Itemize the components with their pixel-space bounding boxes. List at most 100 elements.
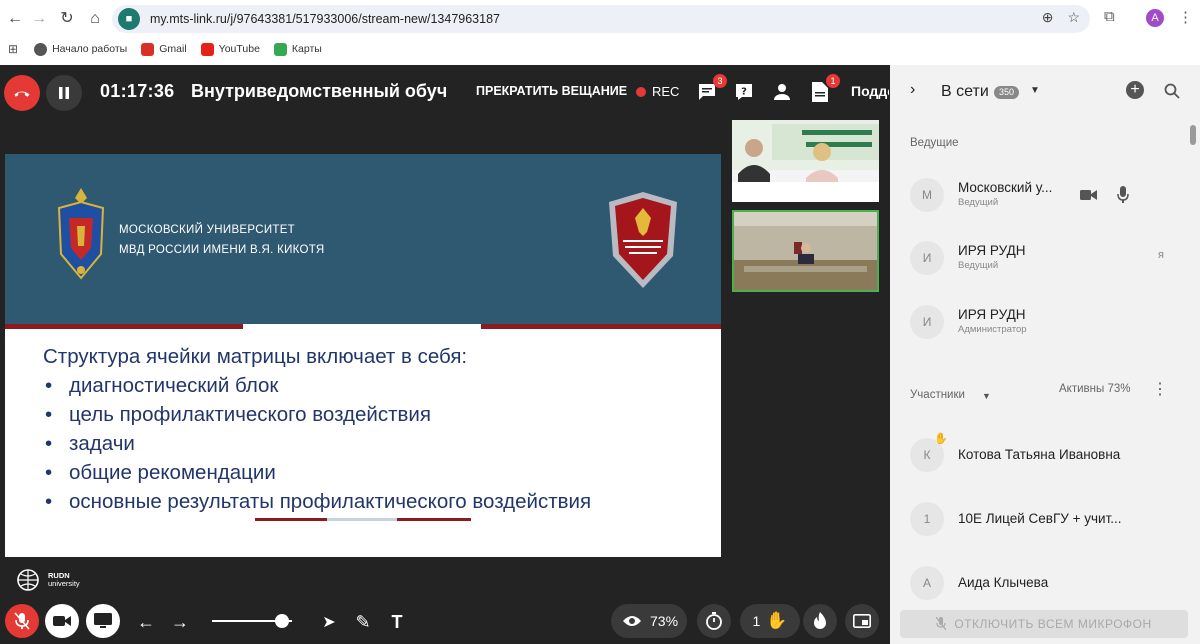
timer-button[interactable]: [697, 604, 731, 638]
participant-name: ИРЯ РУДН: [958, 307, 1026, 322]
video-feed-image: [732, 120, 879, 202]
participant-name: Котова Татьяна Ивановна: [958, 447, 1121, 462]
screen-share-button[interactable]: [86, 604, 120, 638]
browser-menu-icon[interactable]: ⋮: [1178, 8, 1193, 26]
document-icon: [812, 82, 828, 102]
url-text[interactable]: my.mts-link.ru/j/97643381/517933006/stre…: [150, 12, 500, 26]
documents-button[interactable]: 1: [808, 74, 840, 104]
participant-row[interactable]: К ✋ Котова Татьяна Ивановна: [910, 433, 1180, 475]
participant-role: Ведущий: [958, 260, 999, 271]
reactions-button[interactable]: [803, 604, 837, 638]
dropdown-caret-icon[interactable]: ▼: [1030, 85, 1040, 96]
chat-button[interactable]: 3: [695, 74, 727, 104]
youtube-icon: [200, 42, 214, 56]
add-participant-icon[interactable]: +: [1126, 81, 1144, 99]
search-icon[interactable]: [1164, 83, 1180, 99]
raised-hands-indicator[interactable]: 1 ✋: [740, 604, 800, 638]
slide-header: МОСКОВСКИЙ УНИВЕРСИТЕТ МВД РОССИИ ИМЕНИ …: [5, 154, 721, 324]
end-call-button[interactable]: [4, 75, 40, 111]
slide-stripe: [5, 324, 721, 329]
site-camera-icon[interactable]: ■: [118, 8, 140, 30]
mic-off-icon: [14, 612, 30, 630]
hand-icon: ✋: [766, 611, 788, 630]
prev-slide-icon[interactable]: ←: [135, 611, 157, 633]
bookmarks-bar: ⊞ Начало работы Gmail YouTube Карты: [0, 38, 1200, 60]
slide-bullet: цель профилактического воздействия: [43, 400, 591, 429]
participants-section-label[interactable]: Участники: [910, 389, 965, 401]
next-slide-icon[interactable]: →: [169, 611, 191, 633]
forward-icon[interactable]: →: [28, 8, 50, 30]
back-icon[interactable]: ←: [4, 8, 26, 30]
home-icon[interactable]: ⌂: [84, 8, 106, 30]
stop-broadcast-button[interactable]: ПРЕКРАТИТЬ ВЕЩАНИЕ: [476, 84, 627, 98]
rudn-globe-icon: [17, 569, 39, 591]
rec-indicator[interactable]: REC: [636, 84, 679, 99]
pen-tool-icon[interactable]: ✎: [352, 611, 374, 633]
toolbar: ← → ↻ ⌂ ■ my.mts-link.ru/j/97643381/5179…: [0, 0, 1200, 38]
text-tool-icon[interactable]: T: [386, 611, 408, 633]
bookmark-maps[interactable]: Карты: [273, 42, 322, 56]
mute-all-button[interactable]: ОТКЛЮЧИТЬ ВСЕМ МИКРОФОН: [900, 610, 1188, 638]
flame-icon: [814, 612, 826, 629]
bookmark-gmail[interactable]: Gmail: [141, 42, 187, 56]
slide-content: Структура ячейки матрицы включает в себя…: [43, 342, 591, 516]
address-bar[interactable]: ■ my.mts-link.ru/j/97643381/517933006/st…: [112, 5, 1090, 33]
participants-button[interactable]: [770, 80, 794, 104]
pointer-tool-icon[interactable]: ➤: [318, 611, 340, 633]
avatar: И: [910, 305, 944, 339]
globe-icon: [34, 42, 48, 56]
monitor-icon: [94, 613, 112, 628]
bottom-toolbar: ← → ➤ ✎ T 73% 1 ✋: [0, 602, 890, 644]
zoom-icon[interactable]: ⊕: [1042, 9, 1054, 26]
slide-underline: [255, 518, 471, 521]
microphone-toggle-button[interactable]: [5, 604, 39, 638]
host-row[interactable]: И ИРЯ РУДН Администратор: [910, 302, 1180, 342]
more-options-icon[interactable]: ⋮: [1152, 379, 1168, 399]
bookmark-label: Начало работы: [52, 43, 128, 55]
stopwatch-icon: [706, 612, 722, 630]
extensions-icon[interactable]: ⧉: [1104, 8, 1115, 25]
self-tag: я: [1158, 249, 1164, 261]
bookmark-star-icon[interactable]: ☆: [1067, 9, 1080, 26]
mute-all-label: ОТКЛЮЧИТЬ ВСЕМ МИКРОФОН: [954, 617, 1152, 631]
host-row[interactable]: И ИРЯ РУДН Ведущий я: [910, 238, 1180, 278]
camera-tile-2-active[interactable]: [732, 210, 879, 292]
camera-toggle-button[interactable]: [45, 604, 79, 638]
bookmark-youtube[interactable]: YouTube: [200, 42, 260, 56]
university-name: МОСКОВСКИЙ УНИВЕРСИТЕТ МВД РОССИИ ИМЕНИ …: [119, 220, 324, 260]
slide-bullet: задачи: [43, 429, 591, 458]
avatar: А: [910, 566, 944, 600]
questions-button[interactable]: ?: [732, 80, 756, 104]
participants-sidebar: › В сети 350 ▼ + Ведущие М Московский у.…: [890, 65, 1200, 644]
collapse-chevron-icon[interactable]: ›: [910, 81, 915, 99]
participant-row[interactable]: А Аида Клычева: [910, 563, 1180, 603]
layout-button[interactable]: [845, 604, 879, 638]
slide-bullet: диагностический блок: [43, 371, 591, 400]
pause-button[interactable]: [46, 75, 82, 111]
slide-bullet: общие рекомендации: [43, 458, 591, 487]
eye-icon: [623, 616, 641, 626]
slide-zoom-handle[interactable]: [275, 614, 290, 628]
hosts-section-label: Ведущие: [910, 137, 959, 149]
support-button[interactable]: Подде: [851, 83, 889, 99]
reload-icon[interactable]: ↻: [56, 8, 78, 30]
scrollbar[interactable]: [1190, 125, 1196, 145]
bookmark-start[interactable]: Начало работы: [34, 42, 128, 56]
bookmark-label: YouTube: [218, 43, 260, 55]
host-row[interactable]: М Московский у... Ведущий: [910, 175, 1180, 215]
camera-tile-1[interactable]: [732, 120, 879, 202]
participants-caret-icon[interactable]: ▼: [982, 391, 991, 401]
chat-badge: 3: [713, 74, 727, 88]
attention-indicator[interactable]: 73%: [611, 604, 687, 638]
participant-row[interactable]: 1 10Е Лицей СевГУ + учит...: [910, 499, 1180, 539]
person-icon: [774, 84, 790, 100]
participant-name: ИРЯ РУДН: [958, 243, 1026, 258]
mvd-emblem-icon: [57, 188, 105, 280]
svg-text:?: ?: [741, 87, 747, 98]
rudn-logo: RUDN university: [16, 568, 80, 592]
apps-grid-icon[interactable]: ⊞: [8, 42, 18, 56]
presentation-slide: МОСКОВСКИЙ УНИВЕРСИТЕТ МВД РОССИИ ИМЕНИ …: [5, 154, 721, 557]
profile-avatar[interactable]: A: [1146, 9, 1164, 27]
slide-heading: Структура ячейки матрицы включает в себя…: [43, 345, 468, 368]
participant-name: Московский у...: [958, 180, 1053, 195]
